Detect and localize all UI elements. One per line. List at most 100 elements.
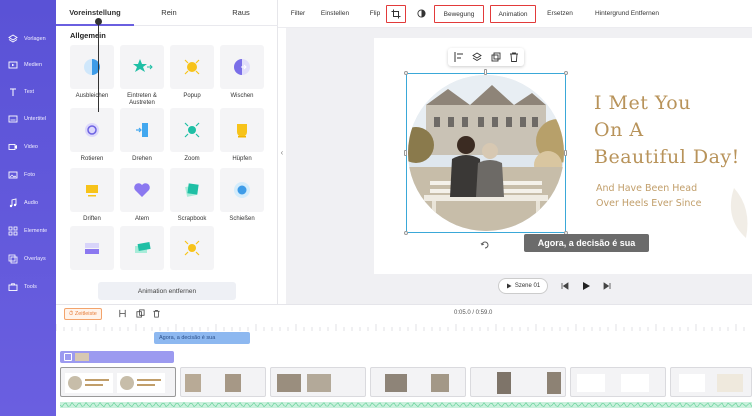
caption-clip[interactable]: Agora, a decisão é sua	[154, 332, 250, 344]
tab-raus[interactable]: Raus	[204, 0, 278, 26]
playhead-line[interactable]	[98, 20, 99, 112]
filter-button[interactable]: Filter	[284, 5, 312, 23]
align-icon[interactable]	[453, 51, 465, 63]
resize-handle-bl[interactable]	[404, 231, 408, 235]
sidebar-item-video[interactable]: Video	[0, 136, 56, 158]
sidebar-item-overlays[interactable]: Overlays	[0, 248, 56, 270]
remove-animation-button[interactable]: Animation entfernen	[98, 282, 236, 300]
contrast-button[interactable]	[414, 5, 428, 23]
skip-back-icon[interactable]	[560, 281, 570, 291]
resize-handle-tl[interactable]	[404, 71, 408, 75]
toolbox-icon	[8, 282, 18, 292]
timeline-toolbar: ⏱ Zeitleiste 0:05.0 / 0:59.0	[56, 305, 752, 323]
animation-button[interactable]: Animation	[490, 5, 536, 23]
audio-waveform[interactable]	[60, 401, 752, 409]
crop-button[interactable]	[386, 5, 406, 23]
sidebar-item-vorlagen[interactable]: Vorlagen	[0, 28, 56, 50]
animation-panel: Voreinstellung Rein Raus Allgemein Ausbl…	[56, 0, 278, 304]
effect-label: Schießen	[229, 216, 255, 222]
subheading-line-2[interactable]: Over Heels Ever Since	[596, 198, 701, 209]
layers-icon	[8, 34, 18, 44]
remove-background-button[interactable]: Hintergrund Entfernen	[590, 5, 664, 23]
scene-clip-4[interactable]	[370, 367, 466, 397]
effect-driften[interactable]: Driften	[70, 168, 114, 223]
zoom-icon	[170, 108, 214, 152]
resize-handle-top[interactable]	[484, 69, 487, 75]
split-icon[interactable]	[118, 309, 127, 318]
effect-schiessen[interactable]: Schießen	[220, 168, 264, 223]
burst-icon	[170, 226, 214, 270]
scene-clip-1[interactable]	[60, 367, 176, 397]
effect-eintreten-austreten[interactable]: Eintreten & Austreten	[120, 45, 164, 107]
timeline-ruler[interactable]	[56, 323, 752, 331]
media-icon	[8, 60, 18, 70]
copy-icon[interactable]	[136, 309, 145, 318]
effect-zoom[interactable]: Zoom	[170, 108, 214, 163]
motion-button[interactable]: Bewegung	[434, 5, 484, 23]
resize-handle-left[interactable]	[404, 150, 407, 156]
delete-icon[interactable]	[508, 51, 520, 63]
timeline-badge[interactable]: ⏱ Zeitleiste	[64, 308, 102, 320]
flip-button[interactable]: Flip	[366, 5, 384, 23]
effect-row4-3[interactable]	[170, 226, 214, 274]
caption-overlay[interactable]: Agora, a decisão é sua	[524, 234, 649, 252]
skip-forward-icon[interactable]	[602, 281, 612, 291]
resize-handle-right[interactable]	[564, 150, 567, 156]
effect-wischen[interactable]: Wischen	[220, 45, 264, 100]
sidebar-item-audio[interactable]: Audio	[0, 192, 56, 214]
scene-clip-5[interactable]	[470, 367, 566, 397]
sidebar-item-label: Elemente	[24, 228, 48, 234]
sidebar-item-medien[interactable]: Medien	[0, 54, 56, 76]
stack-icon	[70, 226, 114, 270]
scene-thumb	[621, 374, 649, 392]
collapse-panel-icon[interactable]: ‹	[278, 148, 286, 162]
effect-atem[interactable]: Atem	[120, 168, 164, 223]
rotate-handle-icon[interactable]	[480, 240, 490, 250]
tab-rein[interactable]: Rein	[134, 0, 204, 26]
effect-huepfen[interactable]: Hüpfen	[220, 108, 264, 163]
timeline: ⏱ Zeitleiste 0:05.0 / 0:59.0 Agora, a de…	[56, 304, 752, 416]
scene-clip-6[interactable]	[570, 367, 666, 397]
heading-line-2[interactable]: On A	[594, 119, 644, 141]
duplicate-icon[interactable]	[490, 51, 502, 63]
element-clip[interactable]	[60, 351, 174, 363]
heading-line-3[interactable]: Beautiful Day!	[594, 146, 740, 168]
effect-scrapbook[interactable]: Scrapbook	[170, 168, 214, 223]
effect-rotieren[interactable]: Rotieren	[70, 108, 114, 163]
sidebar-item-foto[interactable]: Foto	[0, 164, 56, 186]
subheading-line-1[interactable]: And Have Been Head	[596, 183, 697, 194]
effect-row4-2[interactable]	[120, 226, 164, 274]
heading-line-1[interactable]: I Met You	[594, 92, 691, 114]
scene-clip-7[interactable]	[670, 367, 752, 397]
playhead-knob[interactable]	[95, 18, 102, 25]
trash-icon[interactable]	[152, 309, 161, 318]
scene-play-button[interactable]: Szene 01	[498, 278, 548, 294]
sidebar-item-label: Vorlagen	[24, 36, 46, 42]
section-title: Allgemein	[70, 31, 106, 40]
text-icon	[8, 87, 18, 97]
effect-drehen[interactable]: Drehen	[120, 108, 164, 163]
sidebar-item-elemente[interactable]: Elemente	[0, 220, 56, 242]
replace-button[interactable]: Ersetzen	[544, 5, 576, 23]
scene-thumb	[185, 374, 201, 392]
music-icon	[8, 198, 18, 208]
effect-row4-1[interactable]	[70, 226, 114, 274]
drift-icon	[70, 168, 114, 212]
scene-clip-3[interactable]	[270, 367, 366, 397]
effect-popup[interactable]: Popup	[170, 45, 214, 100]
photo-icon	[8, 170, 18, 180]
sidebar-item-tools[interactable]: Tools	[0, 276, 56, 298]
scene-thumb	[497, 372, 511, 394]
sidebar-item-text[interactable]: Text	[0, 81, 56, 103]
sidebar-item-label: Medien	[24, 62, 43, 68]
scene-clip-2[interactable]	[180, 367, 266, 397]
play-main-icon[interactable]	[581, 281, 591, 291]
resize-handle-tr[interactable]	[564, 71, 568, 75]
layer-icon[interactable]	[471, 51, 483, 63]
adjust-button[interactable]: Einstellen	[316, 5, 354, 23]
scrapbook-icon	[170, 168, 214, 212]
effect-label: Driften	[83, 216, 101, 222]
sidebar-item-untertitel[interactable]: Untertitel	[0, 108, 56, 130]
effect-ausbleichen[interactable]: Ausbleichen	[70, 45, 114, 100]
couple-photo[interactable]	[408, 75, 564, 231]
